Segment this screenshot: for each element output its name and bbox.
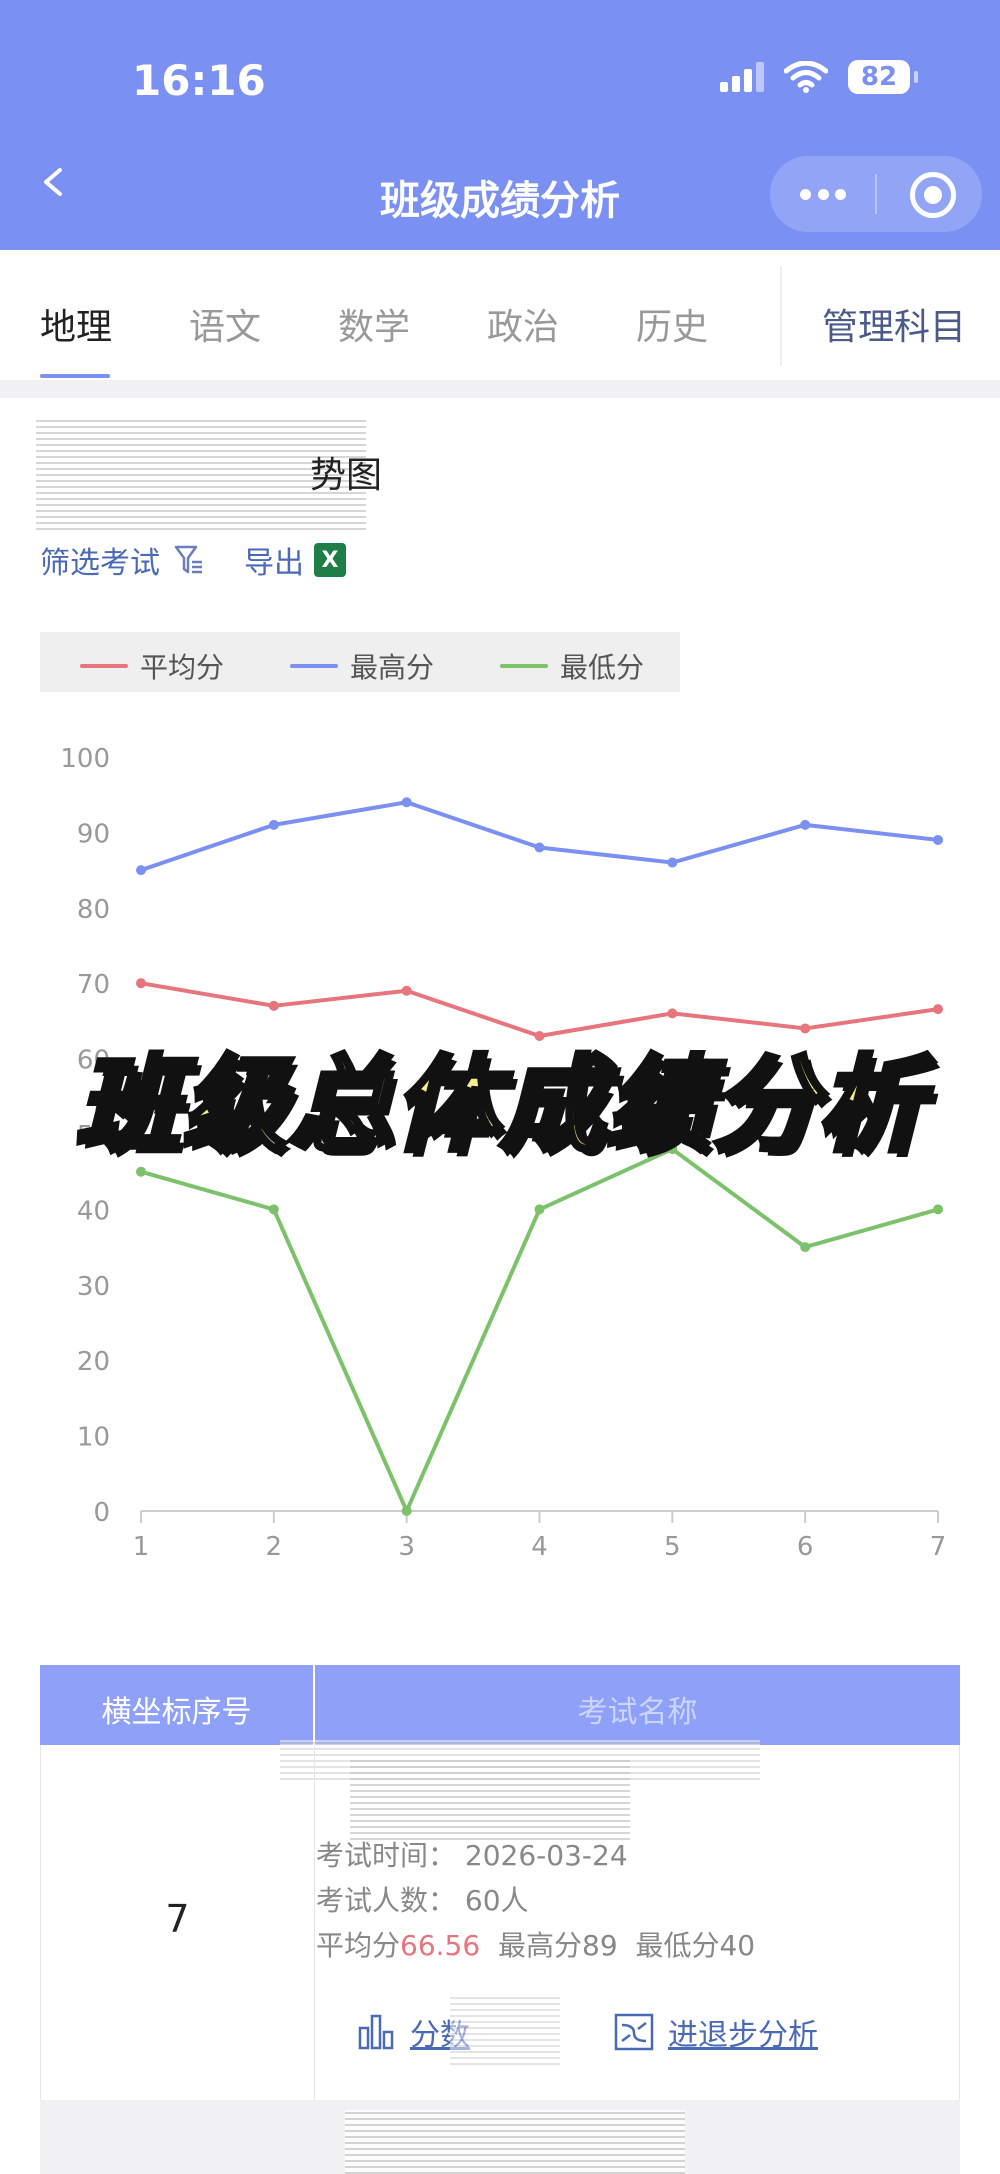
series-point-2 xyxy=(667,857,678,868)
subject-tabs: 地理 语文 数学 政治 历史 管理科目 xyxy=(0,250,1000,380)
legend-label-max: 最高分 xyxy=(350,651,435,684)
more-icon[interactable] xyxy=(800,178,846,210)
chart-legend: 平均分 最高分 最低分 xyxy=(40,632,680,692)
bar-chart-icon xyxy=(358,2014,394,2050)
battery-indicator: 82 xyxy=(848,60,918,94)
series-point-2 xyxy=(401,797,412,808)
series-point-3 xyxy=(933,1204,943,1215)
tab-geography[interactable]: 地理 xyxy=(40,298,112,350)
chart-section-title: 势图 xyxy=(310,455,383,496)
series-point-3 xyxy=(800,1242,811,1253)
series-point-1 xyxy=(136,978,146,989)
redacted-exam-name xyxy=(350,1760,630,1840)
progress-analysis-link[interactable]: 进退步分析 xyxy=(614,2010,818,2054)
y-tick-label: 20 xyxy=(77,1347,110,1377)
x-tick-label: 5 xyxy=(664,1532,681,1562)
redacted-next-row xyxy=(345,2110,685,2174)
series-point-1 xyxy=(667,1008,678,1019)
y-tick-label: 80 xyxy=(77,895,110,925)
exam-time-label: 考试时间： xyxy=(316,1839,457,1872)
legend-swatch-max xyxy=(290,664,338,668)
legend-swatch-avg xyxy=(80,664,128,668)
status-time: 16:16 xyxy=(132,56,266,105)
legend-label-avg: 平均分 xyxy=(140,651,225,684)
progress-link-label: 进退步分析 xyxy=(668,2018,818,2053)
filter-exams-label: 筛选考试 xyxy=(40,546,160,581)
manage-subjects-button[interactable]: 管理科目 xyxy=(822,298,966,350)
filter-icon xyxy=(174,545,202,574)
series-point-3 xyxy=(268,1204,279,1215)
y-tick-label: 40 xyxy=(77,1196,110,1226)
max-value: 89 xyxy=(582,1929,618,1962)
wifi-icon xyxy=(784,61,828,93)
series-line-3 xyxy=(139,1147,940,1513)
y-tick-label: 30 xyxy=(77,1272,110,1302)
signal-icon xyxy=(720,62,764,92)
y-tick-label: 70 xyxy=(77,970,110,1000)
exam-time-value: 2026-03-24 xyxy=(464,1839,628,1872)
series-point-2 xyxy=(800,819,811,830)
exam-count-label: 考试人数： xyxy=(316,1884,457,1917)
y-tick-label: 90 xyxy=(77,819,110,849)
export-button[interactable]: 导出 X xyxy=(244,538,346,582)
series-point-1 xyxy=(401,985,412,996)
filter-exams-button[interactable]: 筛选考试 xyxy=(40,538,204,582)
exam-stats-line: 平均分66.56 最高分89 最低分40 xyxy=(316,1924,755,1964)
max-label: 最高分 xyxy=(498,1929,583,1962)
series-point-3 xyxy=(401,1506,412,1516)
series-point-2 xyxy=(268,819,279,830)
progress-chart-icon xyxy=(614,2013,654,2051)
exam-count-value: 60人 xyxy=(464,1884,529,1917)
min-label: 最低分 xyxy=(635,1929,720,1962)
exam-time-line: 考试时间： 2026-03-24 xyxy=(316,1834,628,1874)
redacted-link-area xyxy=(450,1995,560,2065)
y-tick-label: 10 xyxy=(77,1423,110,1453)
table-header-index: 横坐标序号 xyxy=(101,1695,252,1730)
mini-program-capsule xyxy=(770,156,982,232)
tabs-divider xyxy=(780,266,782,366)
series-point-2 xyxy=(534,842,545,853)
close-target-icon[interactable] xyxy=(910,172,956,218)
excel-icon: X xyxy=(314,543,346,577)
legend-item-avg[interactable]: 平均分 xyxy=(80,646,224,686)
series-line-2 xyxy=(139,800,940,873)
legend-item-min[interactable]: 最低分 xyxy=(500,646,644,686)
min-value: 40 xyxy=(719,1929,756,1962)
x-tick-label: 7 xyxy=(930,1532,947,1562)
capsule-divider xyxy=(875,174,877,214)
series-point-1 xyxy=(268,1000,279,1011)
row-index: 7 xyxy=(165,1897,190,1941)
active-tab-indicator xyxy=(40,374,110,378)
export-label: 导出 xyxy=(244,546,304,581)
avg-label: 平均分 xyxy=(316,1929,401,1962)
header-bar: 16:16 82 班级成绩分析 xyxy=(0,0,1000,250)
series-point-2 xyxy=(933,834,943,845)
tab-politics[interactable]: 政治 xyxy=(487,298,559,350)
exam-count-line: 考试人数： 60人 xyxy=(316,1879,529,1919)
section-separator xyxy=(0,380,1000,398)
series-point-1 xyxy=(933,1004,943,1015)
tab-chinese[interactable]: 语文 xyxy=(189,298,261,350)
table-header-exam: 考试名称 xyxy=(577,1695,698,1730)
legend-item-max[interactable]: 最高分 xyxy=(290,646,434,686)
avg-value: 66.56 xyxy=(400,1929,481,1962)
x-tick-label: 4 xyxy=(531,1532,548,1562)
status-icons: 82 xyxy=(720,60,918,94)
series-point-3 xyxy=(534,1204,545,1215)
legend-label-min: 最低分 xyxy=(560,651,645,684)
x-tick-label: 3 xyxy=(398,1532,415,1562)
x-tick-label: 1 xyxy=(133,1532,150,1562)
row-divider xyxy=(314,1745,315,2100)
y-tick-label: 100 xyxy=(60,744,110,774)
x-tick-label: 2 xyxy=(266,1532,283,1562)
x-tick-label: 6 xyxy=(797,1532,814,1562)
series-point-2 xyxy=(136,865,146,876)
tab-math[interactable]: 数学 xyxy=(338,298,410,350)
y-tick-label: 0 xyxy=(93,1498,110,1528)
table-header: 横坐标序号 考试名称 xyxy=(40,1665,960,1745)
tab-history[interactable]: 历史 xyxy=(636,298,708,350)
legend-swatch-min xyxy=(500,664,548,668)
overlay-caption: 班级总体成绩分析 xyxy=(73,1042,924,1169)
